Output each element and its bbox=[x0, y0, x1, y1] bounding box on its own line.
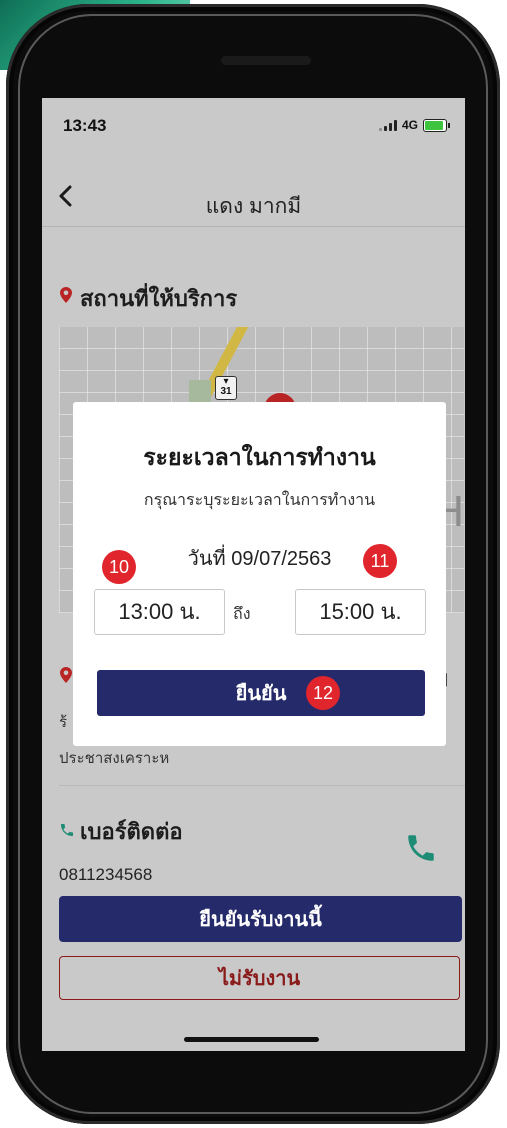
section-divider bbox=[59, 785, 465, 786]
status-indicators: 4G bbox=[378, 118, 450, 132]
address-pin-icon bbox=[60, 667, 72, 683]
address-line-1: ร้ bbox=[59, 714, 68, 731]
dialog-confirm-label: ยืนยัน bbox=[235, 683, 287, 705]
page-title: แดง มากมี bbox=[205, 195, 302, 218]
status-time: 13:43 bbox=[63, 116, 107, 135]
location-pin-icon bbox=[60, 287, 72, 303]
earpiece-speaker bbox=[221, 56, 311, 65]
start-time-field[interactable]: 13:00 น. bbox=[94, 589, 225, 635]
dialog-subtitle: กรุณาระบุระยะเวลาในการทำงาน bbox=[143, 492, 376, 509]
step-marker-start-time: 10 bbox=[102, 550, 136, 584]
battery-icon bbox=[423, 118, 450, 132]
dialog-confirm-button[interactable]: ยืนยัน bbox=[97, 670, 425, 716]
signal-icon bbox=[378, 119, 397, 131]
contact-phone-number: 0811234568 bbox=[59, 865, 153, 884]
reject-job-button[interactable]: ไม่รับงาน bbox=[59, 956, 460, 1000]
step-marker-confirm: 12 bbox=[306, 676, 340, 710]
route-shield-icon: ▾ 31 bbox=[215, 376, 237, 400]
nav-divider bbox=[42, 226, 465, 227]
step-marker-end-time: 11 bbox=[363, 544, 397, 578]
address-line-2: ประชาสงเคราะห bbox=[59, 750, 170, 767]
time-range-separator: ถึง bbox=[233, 606, 251, 623]
call-icon[interactable] bbox=[404, 831, 438, 865]
dialog-title: ระยะเวลาในการทำงาน bbox=[143, 444, 376, 470]
home-indicator[interactable] bbox=[184, 1037, 319, 1042]
phone-icon bbox=[61, 824, 73, 836]
end-time-field[interactable]: 15:00 น. bbox=[295, 589, 426, 635]
app-screen: 13:43 4G แดง มากมี สถานที่ให้บริการ ▾ 31 … bbox=[42, 98, 465, 1051]
service-location-title: สถานที่ให้บริการ bbox=[80, 286, 238, 311]
contact-title: เบอร์ติดต่อ bbox=[80, 819, 183, 844]
confirm-job-button[interactable]: ยืนยันรับงานนี้ bbox=[59, 896, 462, 942]
network-type: 4G bbox=[401, 118, 418, 132]
